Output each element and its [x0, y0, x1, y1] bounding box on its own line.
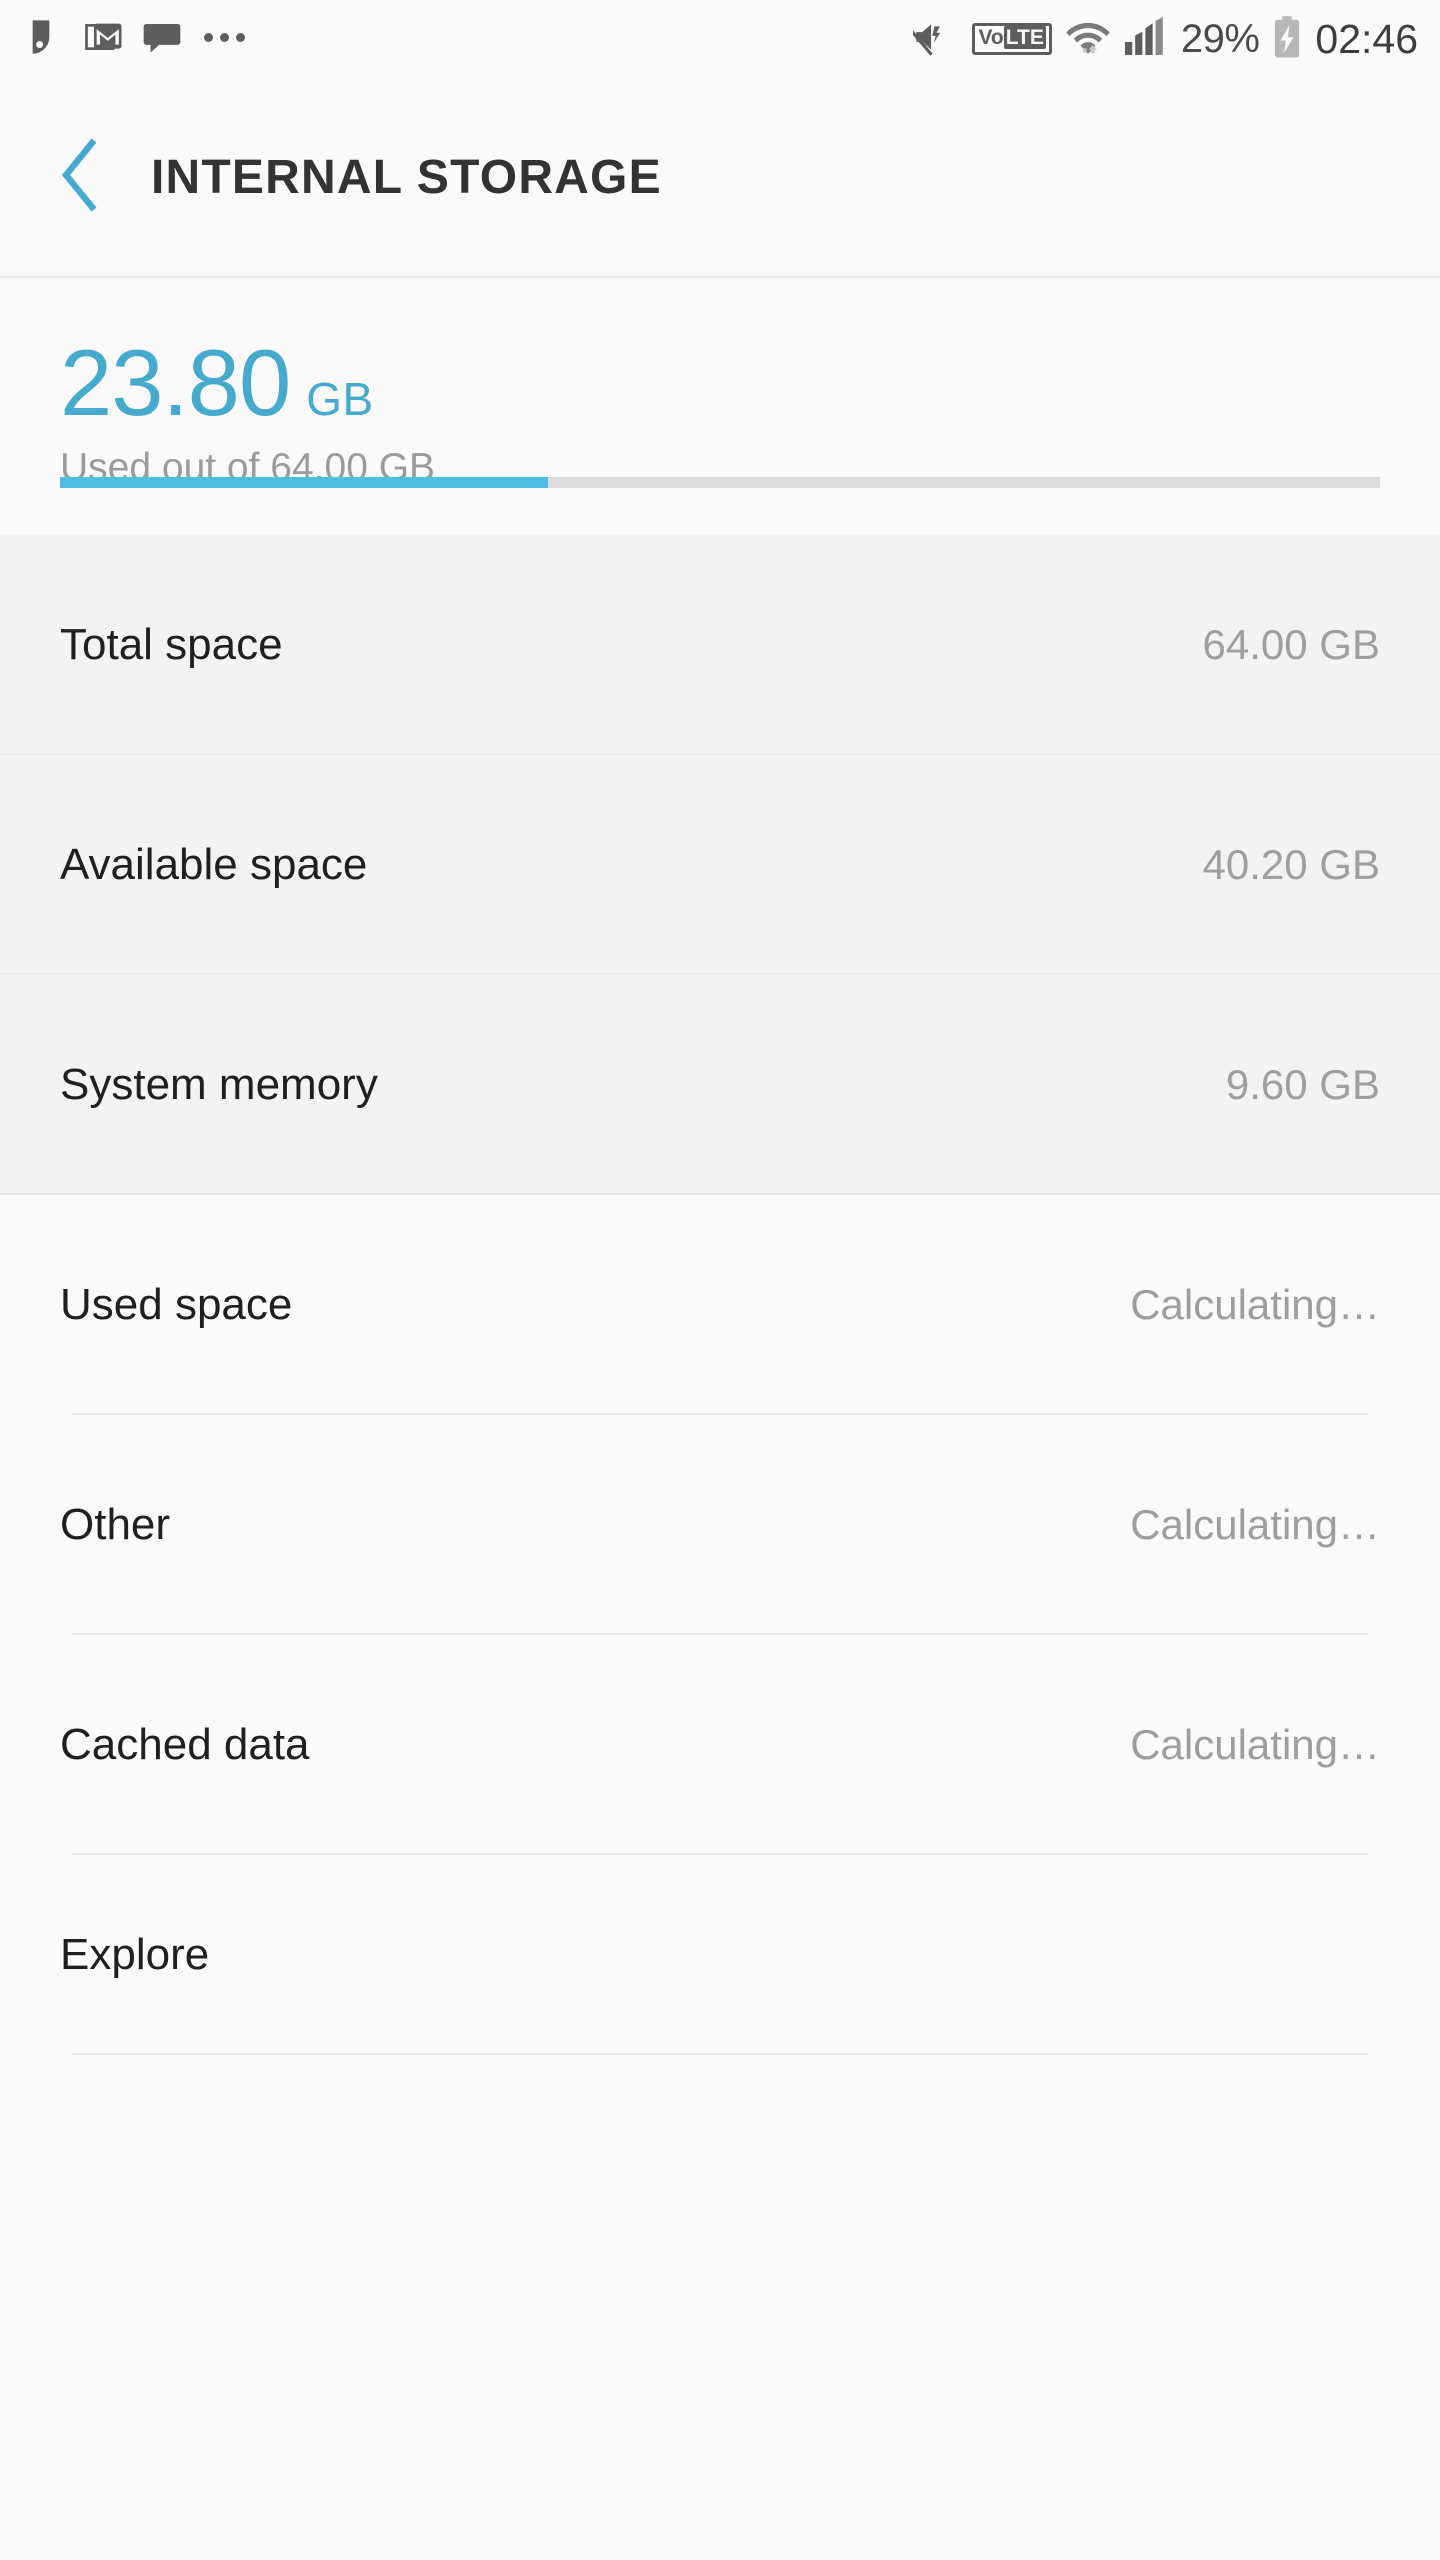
- more-notifications-icon: [204, 32, 245, 46]
- row-system-memory[interactable]: System memory 9.60 GB: [0, 975, 1440, 1195]
- row-label: Other: [60, 1500, 171, 1549]
- battery-charging-icon: [1272, 15, 1302, 64]
- status-bar-notifications: [26, 17, 245, 62]
- row-value: 64.00 GB: [1202, 621, 1380, 668]
- row-used-space[interactable]: Used space Calculating…: [0, 1195, 1440, 1415]
- row-label: Total space: [60, 620, 283, 669]
- app-bar: INTERNAL STORAGE: [0, 78, 1440, 278]
- row-label: Explore: [60, 1930, 210, 1979]
- wifi-icon: [1065, 17, 1111, 62]
- row-explore[interactable]: Explore: [0, 1855, 1440, 2055]
- alarm-app-icon: [26, 17, 66, 62]
- messages-icon: [142, 17, 182, 62]
- row-available-space[interactable]: Available space 40.20 GB: [0, 755, 1440, 975]
- row-label: System memory: [60, 1060, 378, 1109]
- row-other[interactable]: Other Calculating…: [0, 1415, 1440, 1635]
- row-value: 9.60 GB: [1225, 1061, 1380, 1108]
- row-cached-data[interactable]: Cached data Calculating…: [0, 1635, 1440, 1855]
- gmail-icon: [84, 17, 124, 62]
- clock-label: 02:46: [1315, 15, 1418, 62]
- battery-percent-label: 29%: [1180, 17, 1260, 61]
- row-value: Calculating…: [1130, 1721, 1380, 1768]
- storage-summary: 23.80 GB Used out of 64.00 GB: [0, 278, 1440, 535]
- cellular-signal-icon: [1124, 16, 1168, 62]
- row-value: Calculating…: [1130, 1281, 1380, 1328]
- internal-storage-screen: VoLTE 29% 02:46 INTERNAL STORAGE 23.80 G…: [0, 0, 1440, 2560]
- status-bar: VoLTE 29% 02:46: [0, 0, 1440, 78]
- page-title: INTERNAL STORAGE: [151, 150, 662, 204]
- volte-prefix: Vo: [978, 26, 1004, 50]
- used-amount-unit: GB: [306, 373, 374, 425]
- chevron-left-icon: [56, 137, 104, 218]
- storage-progress-fill: [60, 477, 549, 488]
- storage-progress-bar: [60, 477, 1380, 488]
- status-bar-system: VoLTE 29% 02:46: [905, 15, 1418, 64]
- row-label: Cached data: [60, 1720, 310, 1769]
- row-value: 40.20 GB: [1202, 841, 1380, 888]
- back-button[interactable]: [56, 137, 118, 217]
- row-label: Available space: [60, 840, 368, 889]
- row-label: Used space: [60, 1280, 293, 1329]
- volte-icon: VoLTE: [972, 23, 1052, 55]
- used-amount-value: 23.80: [60, 330, 291, 435]
- used-amount: 23.80 GB: [60, 330, 1380, 435]
- storage-breakdown-group: Used space Calculating… Other Calculatin…: [0, 1195, 1440, 2055]
- volte-suffix: LTE: [1003, 26, 1046, 50]
- mute-vibrate-icon: [905, 16, 959, 63]
- row-total-space[interactable]: Total space 64.00 GB: [0, 535, 1440, 755]
- storage-capacity-group: Total space 64.00 GB Available space 40.…: [0, 535, 1440, 1195]
- row-value: Calculating…: [1130, 1501, 1380, 1548]
